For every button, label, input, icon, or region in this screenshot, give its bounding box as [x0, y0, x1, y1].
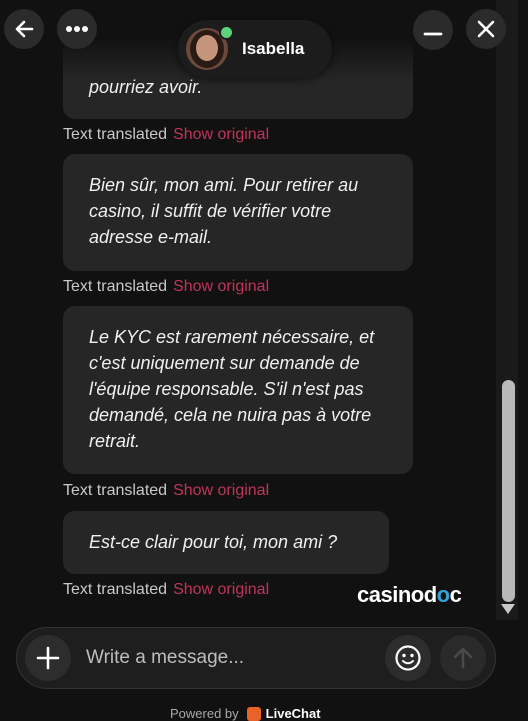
text-translated-label: Text translated — [63, 278, 168, 295]
arrow-left-icon — [15, 20, 34, 38]
send-button[interactable] — [440, 635, 486, 681]
translation-meta: Text translated Show original — [63, 126, 269, 144]
scrollbar-thumb[interactable] — [502, 380, 515, 602]
message-text: Bien sûr, mon ami. Pour retirer au casin… — [89, 175, 359, 247]
agent-message-bubble: Bien sûr, mon ami. Pour retirer au casin… — [63, 154, 413, 271]
text-translated-label: Text translated — [63, 126, 168, 143]
show-original-link[interactable]: Show original — [173, 482, 269, 499]
show-original-link[interactable]: Show original — [173, 581, 269, 598]
message-text: pourriez avoir. — [89, 77, 203, 97]
message-input[interactable] — [86, 645, 366, 671]
translation-meta: Text translated Show original — [63, 482, 269, 500]
casinodoc-watermark: casinodoc — [357, 582, 462, 607]
emoji-icon — [395, 645, 421, 671]
chat-transcript[interactable]: pourriez avoir. Text translated Show orig… — [0, 0, 496, 620]
scroll-down-arrow-icon[interactable] — [501, 604, 515, 614]
agent-message-bubble: Le KYC est rarement nécessaire, et c'est… — [63, 306, 413, 474]
minimize-button[interactable] — [413, 10, 453, 50]
text-translated-label: Text translated — [63, 482, 168, 499]
close-button[interactable] — [466, 9, 506, 49]
show-original-link[interactable]: Show original — [173, 126, 269, 143]
online-status-dot — [219, 25, 234, 40]
agent-header[interactable]: Isabella — [178, 20, 332, 78]
close-icon — [477, 20, 495, 38]
text-translated-label: Text translated — [63, 581, 168, 598]
send-arrow-up-icon — [453, 647, 473, 669]
agent-message-bubble: Est-ce clair pour toi, mon ami ? — [63, 511, 389, 574]
plus-icon — [36, 646, 60, 670]
translation-meta: Text translated Show original — [63, 581, 269, 599]
more-options-button[interactable] — [57, 9, 97, 49]
emoji-button[interactable] — [385, 635, 431, 681]
more-horizontal-icon — [66, 26, 88, 32]
show-original-link[interactable]: Show original — [173, 278, 269, 295]
translation-meta: Text translated Show original — [63, 278, 269, 296]
message-text: Est-ce clair pour toi, mon ami ? — [89, 532, 338, 552]
back-button[interactable] — [4, 9, 44, 49]
avatar — [186, 25, 234, 70]
minimize-icon — [423, 32, 443, 36]
add-attachment-button[interactable] — [25, 635, 71, 681]
agent-name: Isabella — [242, 39, 305, 58]
message-text: Le KYC est rarement nécessaire, et c'est… — [89, 327, 375, 451]
